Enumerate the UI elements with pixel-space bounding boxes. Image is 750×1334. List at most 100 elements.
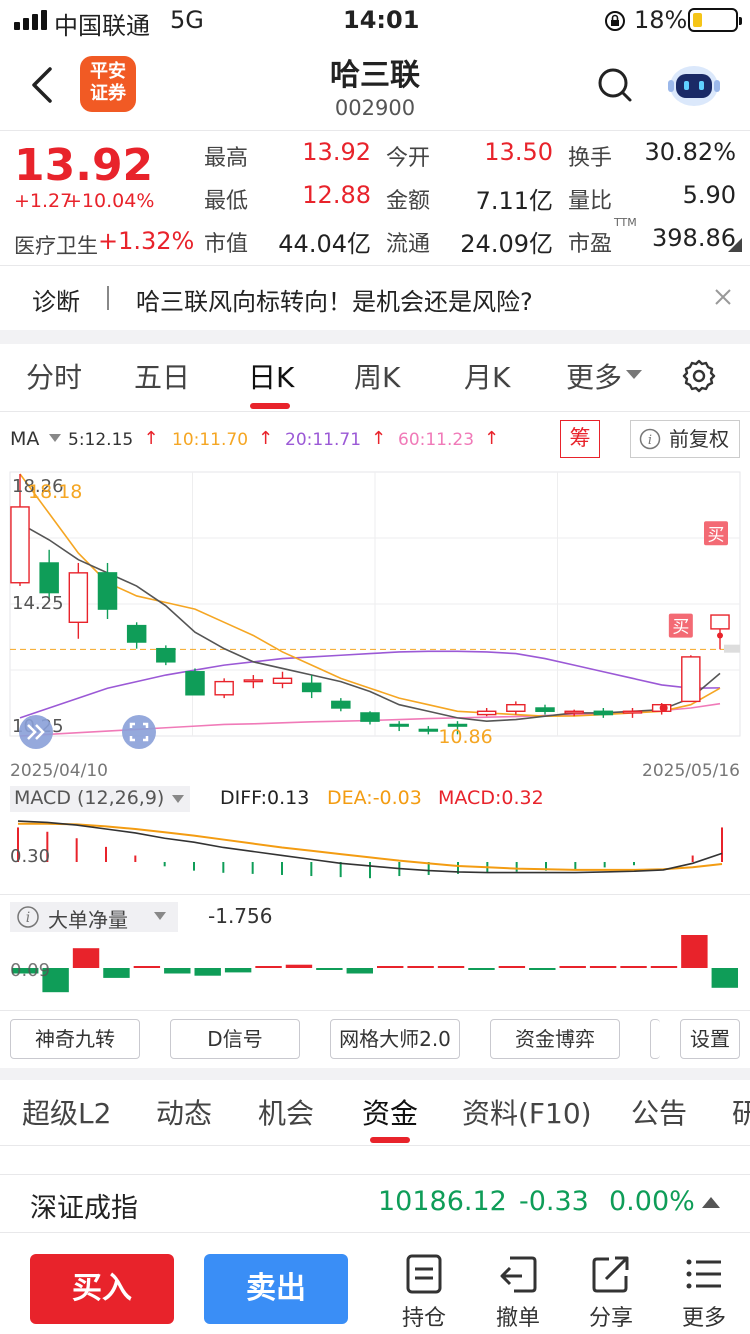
overflow-button-edge [650,1019,660,1059]
big-order-dropdown-icon[interactable] [154,912,166,921]
network-type: 5G [170,6,204,34]
tab-timeshare[interactable]: 分时 [26,356,82,396]
index-name[interactable]: 深证成指 [30,1186,138,1225]
big-order-info-icon[interactable]: i [16,905,40,929]
diagnosis-text[interactable]: 哈三联风向标转向！是机会还是风险? [136,282,533,317]
quote-label: 最高 [204,146,249,171]
tab-news[interactable]: 动态 [156,1092,212,1132]
quote-value: 398.86 [652,224,736,252]
price-change-pct: +10.04% [66,190,155,212]
sector-change[interactable]: +1.32% [98,227,194,255]
macd-chart[interactable]: 0.30 [0,812,750,894]
signal-dot [717,632,723,639]
quote-label: 最低 [204,189,249,214]
tab-capital[interactable]: 资金 [362,1092,418,1132]
buy-signal-text: 买 [708,525,725,545]
tab-weekly-k[interactable]: 周K [354,356,400,396]
quote-value: 12.88 [302,181,371,209]
big-order-title[interactable]: 大单净量 [48,904,128,933]
chevron-down-icon [626,370,642,379]
tab-opportunity[interactable]: 机会 [258,1092,314,1132]
cancel-order-button[interactable]: 撤单 [488,1254,548,1332]
active-tab-indicator [250,403,290,409]
tab-five-day[interactable]: 五日 [134,356,190,396]
candlestick-chart[interactable]: 18.2614.2510.2518.1810.862025/04/102025/… [0,466,750,786]
big-order-bar [529,968,556,970]
tab-research[interactable]: 研 [732,1092,750,1132]
buy-button[interactable]: 买入 [30,1254,174,1324]
tab-daily-k[interactable]: 日K [248,356,294,396]
big-order-bar [72,948,100,968]
pe-ttm-label: TTM [614,216,637,229]
svg-text:i: i [648,433,652,448]
sell-button[interactable]: 卖出 [204,1254,348,1324]
share-icon [592,1256,629,1293]
grid-master-button[interactable]: 网格大师2.0 [330,1019,460,1059]
fullscreen-icon [122,715,156,749]
index-bottom-divider [0,1232,750,1233]
carrier: 中国联通 [54,12,150,40]
sector-name[interactable]: 医疗卫生 [14,230,98,260]
current-price: 13.92 [14,140,154,191]
battery-icon [688,8,742,32]
search-icon[interactable] [596,66,634,104]
quote-label: 市值 [204,232,249,257]
quote-value: 44.04亿 [278,230,371,258]
quote-value: 30.82% [644,138,736,166]
share-button[interactable]: 分享 [581,1254,641,1332]
big-order-bar [255,966,282,968]
holdings-button[interactable]: 持仓 [394,1254,454,1332]
close-icon[interactable] [714,288,732,306]
big-order-bar [620,966,647,968]
more-button[interactable]: 更多 [674,1254,734,1332]
big-order-bar [377,966,404,968]
ma-up-arrow-icon: ↑ [371,428,387,449]
robot-assistant-icon[interactable] [666,60,722,110]
cancel-order-icon [500,1256,537,1293]
tool-settings-button[interactable]: 设置 [680,1019,740,1059]
big-order-bar [285,964,313,968]
d-signal-button[interactable]: D信号 [170,1019,300,1059]
ma-legend-item: 5:12.15 [68,430,134,450]
big-order-bar [711,968,738,988]
y-label-mid: 14.25 [12,593,64,614]
magic-nine-button[interactable]: 神奇九转 [10,1019,140,1059]
chip-distribution-button[interactable]: 筹 [560,420,600,458]
big-order-bar [589,966,617,968]
ma-title[interactable]: MA [10,428,39,450]
macd-diff: DIFF:0.13 [220,787,310,809]
candle-body [564,710,584,714]
tab-f10[interactable]: 资料(F10) [462,1092,592,1132]
expand-up-icon[interactable] [702,1196,720,1208]
macd-dropdown-icon[interactable] [172,795,184,804]
big-order-chart[interactable]: 0.09 [0,932,750,1010]
capital-game-button[interactable]: 资金博弈 [490,1019,620,1059]
section-gap [0,330,750,344]
candle-body [418,728,439,732]
macd-value: MACD:0.32 [438,787,544,809]
tab-announcement[interactable]: 公告 [631,1092,687,1132]
candle-body [389,723,409,727]
candle-body [710,614,730,630]
index-change: -0.33 [519,1186,589,1217]
diagnosis-label: 诊断 [32,288,80,316]
ma-dropdown-icon[interactable] [49,434,61,443]
ma-legend-item: 20:11.71 [285,430,362,450]
candle-body [681,656,701,703]
tabs-divider [0,411,750,412]
big-order-value: -1.756 [208,904,273,928]
ma-legend-item: 60:11.23 [398,430,475,450]
tab-super-l2[interactable]: 超级L2 [22,1092,111,1132]
holdings-label: 持仓 [401,1306,446,1331]
big-order-bar [103,968,130,978]
candle-body [126,624,147,643]
big-order-bar [650,966,678,968]
macd-title[interactable]: MACD (12,26,9) [14,787,164,809]
tab-more[interactable]: 更多 [566,356,622,396]
quote-value: 13.50 [484,138,553,166]
macd-divider [0,894,750,895]
settings-gear-icon[interactable] [682,359,716,393]
quote-value: 24.09亿 [460,230,553,258]
macd-scale-label: 0.30 [10,846,50,867]
tab-monthly-k[interactable]: 月K [464,356,510,396]
